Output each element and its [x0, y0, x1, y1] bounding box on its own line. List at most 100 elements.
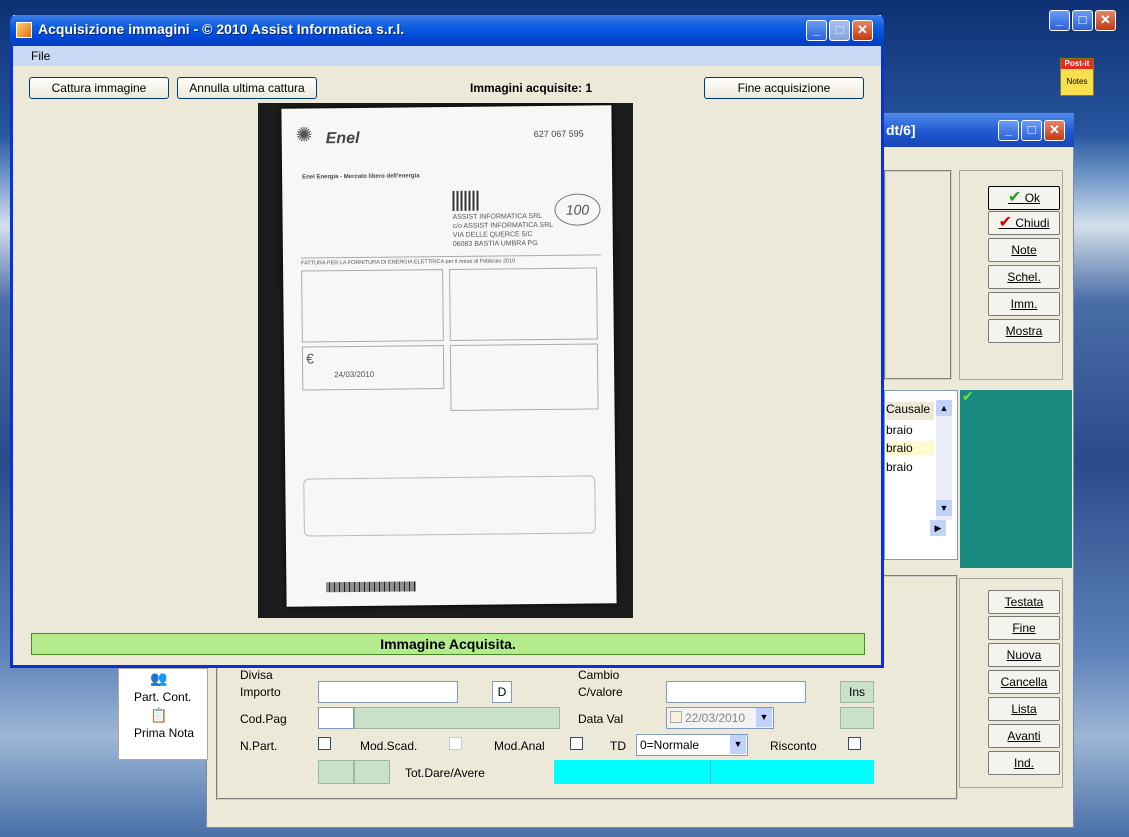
prima-nota-label[interactable]: Prima Nota: [134, 726, 194, 740]
payment-box: [301, 345, 445, 391]
codpag-label: Cod.Pag: [240, 712, 287, 726]
postit-notes-icon[interactable]: Post-it Notes: [1060, 48, 1096, 98]
teal-panel: [960, 390, 1072, 568]
ind-button[interactable]: Ind.: [988, 751, 1060, 775]
dataval-label: Data Val: [578, 712, 624, 726]
dataval-extra-field: [840, 707, 874, 729]
note-button[interactable]: Note: [988, 238, 1060, 262]
postit-label: Post-it: [1061, 59, 1093, 69]
codpag-field[interactable]: [318, 707, 354, 729]
npart-checkbox[interactable]: [318, 737, 331, 750]
undo-capture-button[interactable]: Annulla ultima cattura: [177, 77, 317, 99]
handwritten-mark: 100: [554, 193, 601, 226]
nuova-button[interactable]: Nuova: [988, 643, 1060, 667]
divisa-label: Divisa: [240, 668, 273, 682]
part-cont-icon[interactable]: 👥: [150, 670, 167, 687]
doc-subtitle: Enel Energia - Mercato libero dell'energ…: [302, 173, 420, 181]
ins-field[interactable]: Ins: [840, 681, 874, 703]
enel-brand: Enel: [325, 129, 360, 148]
importo-field[interactable]: [318, 681, 458, 703]
grid-row[interactable]: braio: [886, 460, 913, 474]
grid-row[interactable]: braio: [886, 441, 934, 455]
chevron-down-icon[interactable]: ▼: [730, 735, 746, 754]
check-icon: ✔: [1007, 189, 1022, 206]
schel-button[interactable]: Schel.: [988, 265, 1060, 289]
app-icon: [16, 22, 32, 38]
mostra-button[interactable]: Mostra: [988, 319, 1060, 343]
calendar-checkbox-icon[interactable]: [670, 711, 682, 723]
td-label: TD: [610, 739, 626, 753]
cvalore-field[interactable]: [666, 681, 806, 703]
bg-close-button[interactable]: ✕: [1044, 120, 1065, 141]
euro-icon: €: [305, 350, 314, 367]
imm-button[interactable]: Imm.: [988, 292, 1060, 316]
client-box: [301, 269, 444, 343]
ok-label: Ok: [1024, 191, 1041, 205]
desktop-minimize-button[interactable]: _: [1049, 10, 1070, 31]
npart-label: N.Part.: [240, 739, 278, 753]
amount-box: [449, 267, 598, 341]
scanned-paper: ✺ Enel 627 067 595 Enel Energia - Mercat…: [281, 105, 617, 607]
qr-code-icon: [452, 190, 481, 211]
cancella-button[interactable]: Cancella: [988, 670, 1060, 694]
green-check-icon: ✔: [962, 388, 974, 404]
background-window-title: dt/6]: [886, 122, 916, 138]
total-divider: [710, 760, 711, 784]
dialog-maximize-button: □: [829, 20, 850, 41]
dialog-minimize-button[interactable]: _: [806, 20, 827, 41]
grid-row[interactable]: braio: [886, 423, 913, 437]
total-bar: [554, 760, 874, 784]
tot-dare-avere-label: Tot.Dare/Avere: [405, 766, 485, 780]
desktop-maximize-button[interactable]: □: [1072, 10, 1093, 31]
modscad-checkbox[interactable]: [449, 737, 462, 750]
postit-notes-label: Notes: [1066, 77, 1088, 86]
testata-button[interactable]: Testata: [988, 590, 1060, 614]
codpag-desc-field: [354, 707, 560, 729]
importo-label: Importo: [240, 685, 281, 699]
menu-bar: File: [13, 46, 881, 66]
cvalore-label: C/valore: [578, 685, 623, 699]
enel-logo-icon: ✺: [295, 124, 313, 147]
prima-nota-icon[interactable]: 📋: [150, 707, 167, 724]
cambio-label: Cambio: [578, 668, 620, 682]
notes-box: [303, 475, 596, 537]
chiudi-button[interactable]: ✔ Chiudi: [988, 211, 1060, 235]
dropdown-arrow-icon[interactable]: ▼: [756, 708, 772, 727]
due-date: 24/03/2010: [334, 369, 375, 380]
barcode-icon: [326, 581, 417, 593]
tot-field-2: [354, 760, 390, 784]
menu-file[interactable]: File: [31, 49, 50, 63]
chiudi-label: Chiudi: [1015, 216, 1050, 230]
scroll-right-icon[interactable]: ▶: [930, 520, 946, 536]
bg-groupbox-top: [884, 170, 952, 380]
modanal-label: Mod.Anal: [494, 739, 545, 753]
finish-acquisition-button[interactable]: Fine acquisizione: [704, 77, 864, 99]
avanti-button[interactable]: Avanti: [988, 724, 1060, 748]
acquired-count-label: Immagini acquisite: 1: [470, 81, 593, 95]
address-line: 06083 BASTIA UMBRA PG: [452, 240, 538, 248]
risconto-label: Risconto: [770, 739, 817, 753]
modanal-checkbox[interactable]: [570, 737, 583, 750]
bg-minimize-button[interactable]: _: [998, 120, 1019, 141]
bg-maximize-button[interactable]: □: [1021, 120, 1042, 141]
risconto-checkbox[interactable]: [848, 737, 861, 750]
lista-button[interactable]: Lista: [988, 697, 1060, 721]
customer-number: 627 067 595: [533, 128, 584, 140]
capture-image-button[interactable]: Cattura immagine: [29, 77, 169, 99]
modscad-label: Mod.Scad.: [360, 739, 418, 753]
scroll-down-icon[interactable]: ▼: [936, 500, 952, 516]
invoice-title: FATTURA PER LA FORNITURA DI ENERGIA ELET…: [300, 254, 602, 267]
tot-field-1: [318, 760, 354, 784]
details-box: [449, 343, 599, 411]
dare-avere-field[interactable]: D: [492, 681, 512, 703]
part-cont-label[interactable]: Part. Cont.: [134, 690, 191, 704]
fine-button[interactable]: Fine: [988, 616, 1060, 640]
grid-header-causale[interactable]: Causale: [886, 402, 934, 420]
address-block: ASSIST INFORMATICA SRL c/o ASSIST INFORM…: [453, 212, 563, 249]
desktop-close-button[interactable]: ✕: [1095, 10, 1116, 31]
dialog-close-button[interactable]: ✕: [852, 20, 873, 41]
ok-button[interactable]: ✔ Ok: [988, 186, 1060, 210]
status-bar: Immagine Acquisita.: [31, 633, 865, 655]
scanned-image-preview: ✺ Enel 627 067 595 Enel Energia - Mercat…: [258, 103, 633, 618]
scroll-up-icon[interactable]: ▲: [936, 400, 952, 416]
